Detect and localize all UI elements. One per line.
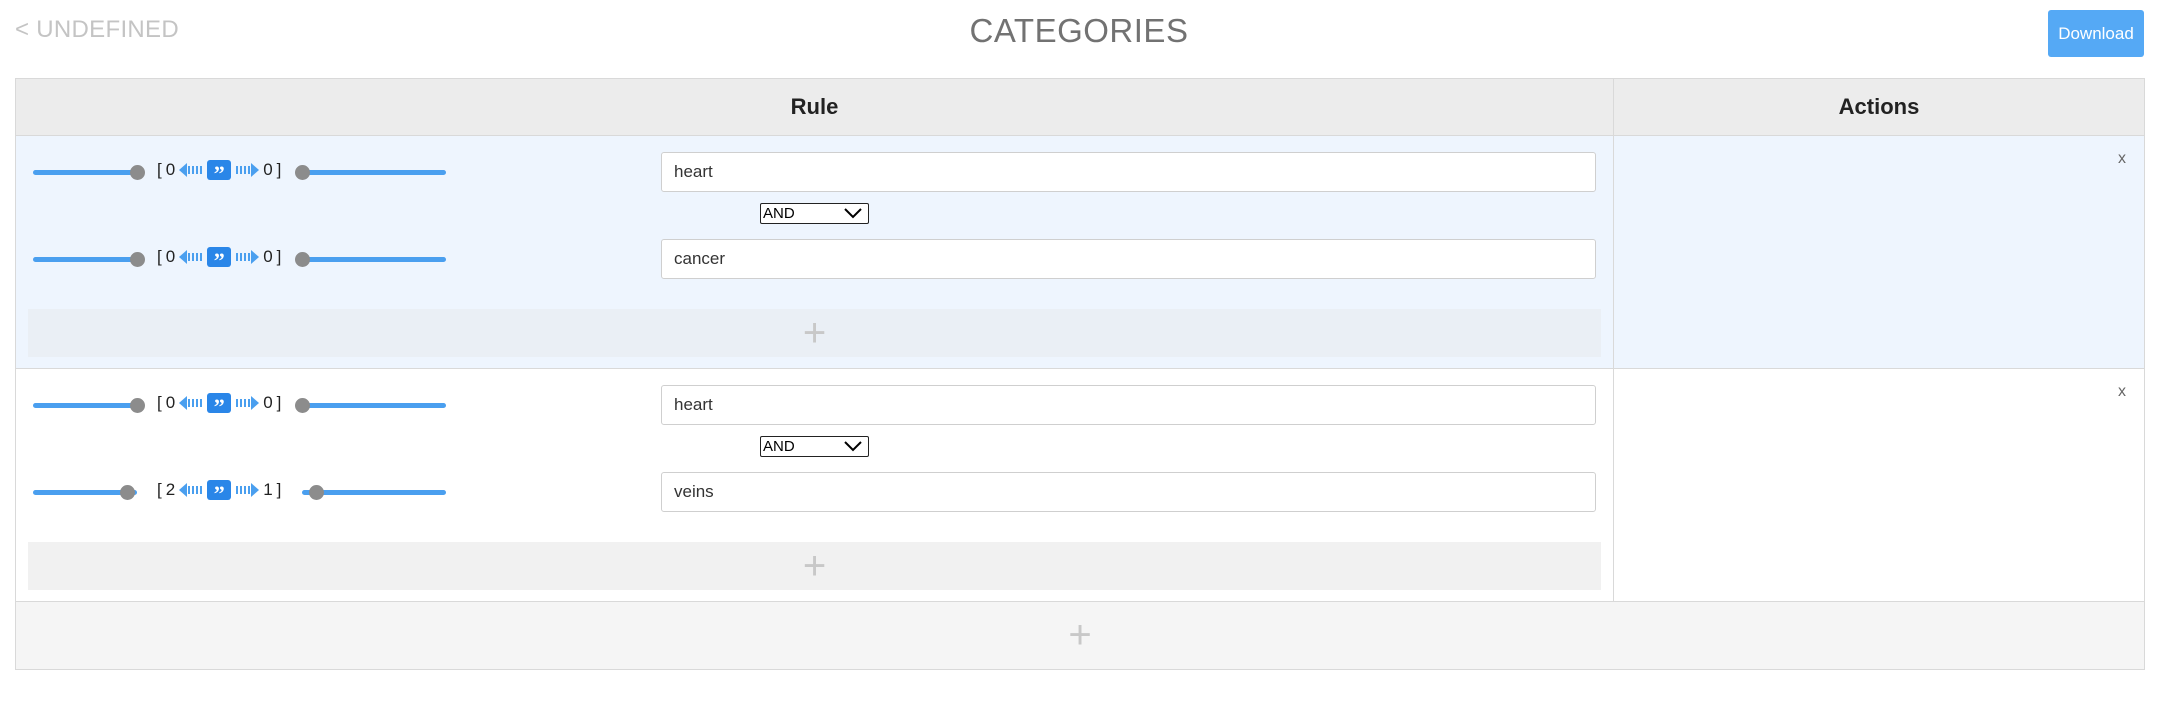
- quote-icon[interactable]: ”: [207, 393, 232, 417]
- slider-thumb[interactable]: [295, 398, 310, 413]
- bracket-close: ]: [276, 480, 282, 499]
- rule-cell: [ 0 ” 0 ]: [16, 369, 1614, 601]
- column-header-actions: Actions: [1838, 94, 1920, 119]
- proximity-indicator: [ 2 ” 1 ]: [157, 480, 282, 504]
- quote-icon[interactable]: ”: [207, 480, 232, 504]
- arrow-right-icon: [236, 163, 260, 177]
- right-distance-value: 0: [263, 247, 273, 266]
- remove-rule-button[interactable]: x: [2118, 150, 2126, 168]
- arrow-left-icon: [179, 396, 203, 410]
- bracket-close: ]: [276, 160, 282, 179]
- right-distance-value: 0: [263, 160, 273, 179]
- proximity-indicator: [ 0 ” 0 ]: [157, 393, 282, 417]
- slider-thumb[interactable]: [119, 485, 135, 500]
- table-header: Rule Actions: [16, 79, 2144, 136]
- add-rule-button[interactable]: +: [16, 602, 2144, 669]
- proximity-indicator: [ 0 ” 0 ]: [157, 160, 282, 184]
- bracket-open: [: [157, 393, 162, 412]
- rule-term: [ 0 ” 0 ]: [16, 385, 1613, 425]
- arrow-left-icon: [179, 250, 203, 264]
- add-term-button[interactable]: +: [28, 309, 1601, 357]
- slider-track: [302, 403, 446, 408]
- chevron-down-icon: [844, 441, 862, 452]
- left-distance-slider[interactable]: [33, 398, 145, 413]
- right-distance-slider[interactable]: [302, 485, 446, 500]
- left-distance-value: 0: [165, 393, 176, 412]
- download-button[interactable]: Download: [2048, 10, 2144, 57]
- slider-thumb[interactable]: [295, 165, 310, 180]
- rule-row: [ 0 ” 0 ]: [16, 369, 2144, 602]
- rule-term: [ 2 ” 1 ]: [16, 472, 1613, 512]
- term-input[interactable]: [661, 239, 1596, 279]
- arrow-left-icon: [179, 483, 203, 497]
- proximity-indicator: [ 0 ” 0 ]: [157, 247, 282, 271]
- left-distance-slider[interactable]: [33, 485, 137, 500]
- quote-icon[interactable]: ”: [207, 160, 232, 184]
- rule-term: [ 0 ” 0 ]: [16, 152, 1613, 192]
- actions-cell: x: [1614, 136, 2144, 368]
- bracket-open: [: [157, 160, 162, 179]
- column-header-rule: Rule: [16, 79, 1614, 135]
- left-distance-slider[interactable]: [33, 165, 145, 180]
- right-distance-value: 0: [263, 393, 273, 412]
- chevron-down-icon: [844, 208, 862, 219]
- left-distance-value: 0: [165, 160, 176, 179]
- left-distance-slider[interactable]: [33, 252, 145, 267]
- left-distance-value: 0: [165, 247, 176, 266]
- right-distance-slider[interactable]: [295, 165, 446, 180]
- rule-cell: [ 0 ” 0 ]: [16, 136, 1614, 368]
- bracket-open: [: [157, 247, 162, 266]
- operator-select-value: AND: [763, 205, 795, 222]
- slider-thumb[interactable]: [130, 398, 145, 413]
- rule-term: [ 0 ” 0 ]: [16, 239, 1613, 279]
- arrow-right-icon: [236, 250, 260, 264]
- rules-table: Rule Actions [ 0 ” 0] heart [0 ” 0] c…: [15, 78, 2145, 670]
- remove-rule-button[interactable]: x: [2118, 383, 2126, 401]
- operator-select-value: AND: [763, 438, 795, 455]
- slider-thumb[interactable]: [130, 252, 145, 267]
- slider-track: [302, 170, 446, 175]
- quote-icon[interactable]: ”: [207, 247, 232, 271]
- term-input[interactable]: [661, 472, 1596, 512]
- slider-track: [33, 403, 137, 408]
- back-link[interactable]: < UNDEFINED: [15, 16, 179, 44]
- term-input[interactable]: [661, 152, 1596, 192]
- slider-track: [302, 257, 446, 262]
- term-input[interactable]: [661, 385, 1596, 425]
- operator-select[interactable]: AND: [760, 436, 869, 457]
- right-distance-slider[interactable]: [295, 252, 446, 267]
- bracket-open: [: [157, 480, 162, 499]
- bracket-close: ]: [276, 393, 282, 412]
- arrow-right-icon: [236, 483, 260, 497]
- slider-thumb[interactable]: [309, 485, 325, 500]
- bracket-close: ]: [276, 247, 282, 266]
- actions-cell: x: [1614, 369, 2144, 601]
- add-term-button[interactable]: +: [28, 542, 1601, 590]
- right-distance-slider[interactable]: [295, 398, 446, 413]
- slider-track: [33, 257, 137, 262]
- slider-track: [33, 170, 137, 175]
- slider-thumb[interactable]: [130, 165, 145, 180]
- left-distance-value: 2: [165, 480, 176, 499]
- arrow-left-icon: [179, 163, 203, 177]
- operator-select[interactable]: AND: [760, 203, 869, 224]
- page-title: CATEGORIES: [969, 12, 1189, 49]
- slider-thumb[interactable]: [295, 252, 310, 267]
- rule-row: [ 0 ” 0 ]: [16, 136, 2144, 369]
- arrow-right-icon: [236, 396, 260, 410]
- right-distance-value: 1: [263, 480, 273, 499]
